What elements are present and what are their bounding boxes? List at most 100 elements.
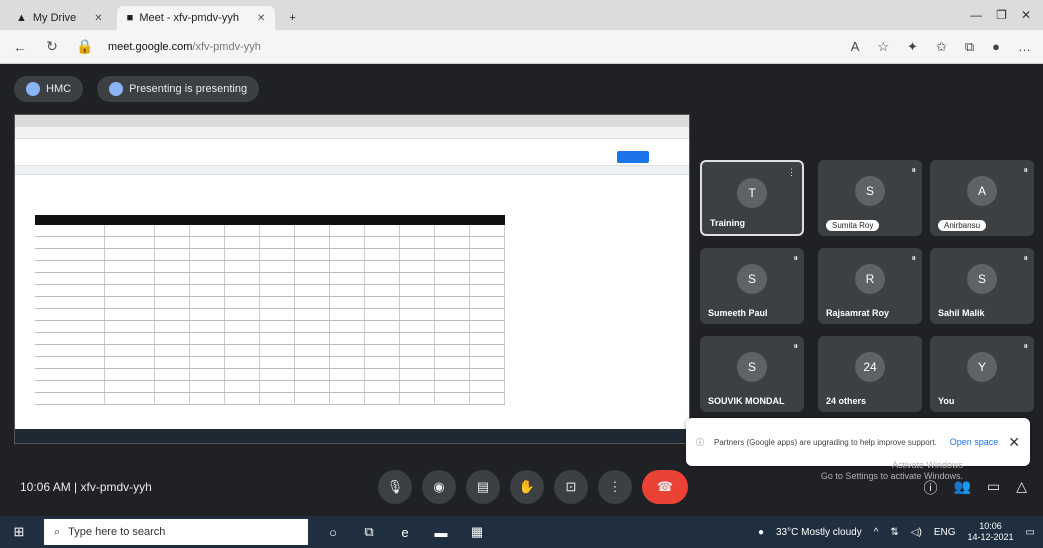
meet-bottom-bar: 10:06 AM | xfv-pmdv-yyh 🎙 ◉ ▤ ✋ ⊡ ⋮ ☎ Ac… [0,458,1043,516]
participant-name: Sumita Roy [826,220,880,231]
avatar: A [967,176,997,206]
sheet-row [35,225,505,237]
windows-start-icon[interactable]: ⊞ [8,524,30,540]
sheet-row [35,333,505,345]
chevron-up-icon[interactable]: ^ [874,527,879,538]
mic-off-icon: ⏸ [1023,165,1028,175]
refresh-icon[interactable]: ↻ [44,38,60,55]
participant-tile[interactable]: ⏸ S SOUVIK MONDAL [700,336,804,412]
shared-spreadsheet [35,215,505,425]
present-button[interactable]: ⊡ [554,470,588,504]
weather-icon: ● [757,526,764,538]
hand-icon: ✋ [518,479,536,494]
tab-label: My Drive [32,12,77,24]
avatar: S [737,352,767,382]
avatar: S [855,176,885,206]
profile-icon[interactable]: ● [992,39,1000,55]
participant-name: Sahil Malik [938,308,985,318]
more-options-icon[interactable]: ⋮ [787,167,796,178]
close-window-icon[interactable]: ✕ [1021,8,1031,22]
info-icon[interactable]: ⓘ [924,478,938,498]
meet-window: HMC Presenting is presenting ⋮ T Trainin… [0,64,1043,516]
clock[interactable]: 10:06 14-12-2021 [968,521,1014,543]
favorite-icon[interactable]: ☆ [877,39,889,55]
extension-icon[interactable]: ✦ [907,39,918,55]
participant-tile[interactable]: ⏸ R Rajsamrat Roy [818,248,922,324]
avatar: S [967,264,997,294]
leave-call-button[interactable]: ☎ [642,470,688,504]
url-path: /xfv-pmdv-yyh [192,40,261,53]
store-icon[interactable]: ▦ [466,524,488,540]
presenting-label: Presenting is presenting [129,83,248,95]
participant-tile[interactable]: ⏸ S Sahil Malik [930,248,1034,324]
camera-button[interactable]: ◉ [422,470,456,504]
sheet-row [35,309,505,321]
participant-tile[interactable]: ⏸ S Sumita Roy [818,160,922,236]
task-view-icon[interactable]: ⧉ [358,524,380,540]
captions-button[interactable]: ▤ [466,470,500,504]
sheet-row [35,297,505,309]
network-icon[interactable]: ⇅ [890,527,898,538]
toast-message: Partners (Google apps) are upgrading to … [714,437,937,447]
mic-button[interactable]: 🎙 [378,470,412,504]
activate-title: Activate Windows [891,460,963,470]
sheet-row [35,369,505,381]
open-space-button[interactable]: Open space [950,437,999,447]
more-options-button[interactable]: ⋮ [598,470,632,504]
participant-tile[interactable]: ⏸ S Sumeeth Paul [700,248,804,324]
captions-icon: ▤ [476,479,490,494]
participant-tile[interactable]: ⋮ T Training [700,160,804,236]
mic-off-icon: ⏸ [911,253,916,263]
meeting-time: 10:06 AM [20,480,71,494]
tab-drive[interactable]: ▲ My Drive ✕ [6,6,113,30]
drive-icon: ▲ [16,12,27,24]
tab-meet[interactable]: ■ Meet - xfv-pmdv-yyh ✕ [116,6,276,30]
more-icon[interactable]: … [1018,39,1031,55]
address-bar: ← ↻ 🔒 meet.google.com/xfv-pmdv-yyh A ☆ ✦… [0,30,1043,64]
search-placeholder: Type here to search [68,526,166,538]
mic-off-icon: ⏸ [1023,341,1028,351]
collections-icon[interactable]: ⧉ [965,39,974,55]
cortana-icon[interactable]: ○ [322,525,344,540]
close-icon[interactable]: ✕ [257,13,265,24]
avatar [26,82,40,96]
back-icon[interactable]: ← [12,39,28,55]
shared-tab-strip [15,115,689,127]
close-icon[interactable]: ✕ [94,13,102,24]
participant-tile[interactable]: ⏸ A Anirbansu [930,160,1034,236]
people-icon[interactable]: 👥 [954,478,971,498]
participant-tile[interactable]: 24 24 others [818,336,922,412]
volume-icon[interactable]: ◁) [911,527,922,538]
participant-tile[interactable]: ⏸ Y You [930,336,1034,412]
participant-name: Anirbansu [938,220,987,231]
shared-doc-title [15,139,689,165]
participant-name: 24 others [826,396,867,406]
read-aloud-icon[interactable]: A [851,39,860,55]
windows-taskbar: ⊞ ⌕ Type here to search ○ ⧉ e ▬ ▦ ● 33°C… [0,516,1043,548]
weather-text[interactable]: 33°C Mostly cloudy [776,527,862,538]
language[interactable]: ENG [934,527,956,538]
minimize-icon[interactable]: — [970,8,982,22]
file-explorer-icon[interactable]: ▬ [430,525,452,540]
call-controls: 🎙 ◉ ▤ ✋ ⊡ ⋮ ☎ [378,470,688,504]
url-field[interactable]: meet.google.com/xfv-pmdv-yyh [108,41,261,53]
sheet-header [35,215,505,225]
shared-taskbar [15,429,689,443]
notification-icon[interactable]: ▭ [1026,527,1035,538]
raise-hand-button[interactable]: ✋ [510,470,544,504]
edge-icon[interactable]: e [394,525,416,540]
meet-top-bar: HMC Presenting is presenting [14,76,260,102]
new-tab-button[interactable]: + [279,6,305,30]
favorites-list-icon[interactable]: ✩ [936,39,947,55]
info-icon: ⓘ [696,437,704,447]
close-icon[interactable]: ✕ [1008,434,1020,451]
lock-icon[interactable]: 🔒 [76,38,93,55]
activities-icon[interactable]: △ [1016,478,1027,498]
search-icon: ⌕ [54,525,61,538]
taskbar-search[interactable]: ⌕ Type here to search [44,519,308,545]
chat-icon[interactable]: ▭ [987,478,1000,498]
room-pill: HMC [14,76,84,102]
maximize-icon[interactable]: ❐ [996,8,1007,22]
sheet-row [35,321,505,333]
participant-name: You [938,396,955,406]
